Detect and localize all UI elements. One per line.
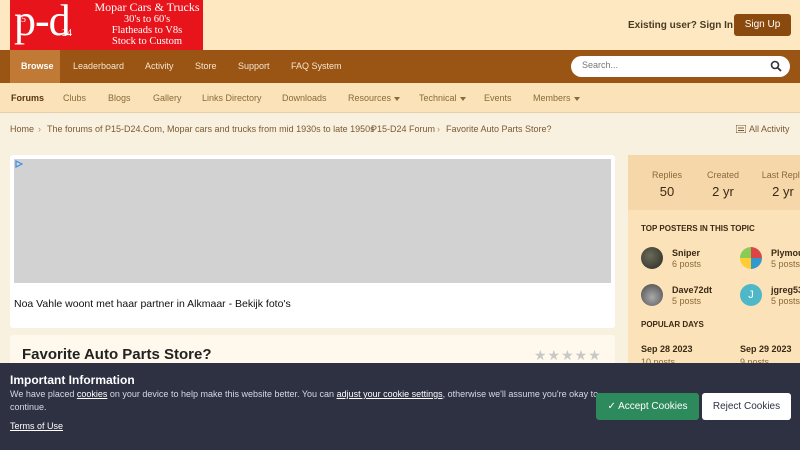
avatar[interactable]: J (740, 284, 762, 306)
top-posters-heading: TOP POSTERS IN THIS TOPIC (641, 224, 755, 233)
topic-title: Favorite Auto Parts Store? (22, 346, 212, 363)
subnav-resources[interactable]: Resources (348, 83, 401, 113)
breadcrumb-separator-icon: › (362, 124, 365, 134)
breadcrumb-current-topic: Favorite Auto Parts Store? (446, 124, 552, 134)
stat-replies: Replies 50 (637, 170, 697, 199)
search-input[interactable]: Search... (571, 56, 790, 77)
logo-line-1: Mopar Cars & Trucks (94, 0, 200, 14)
poster-name[interactable]: jgreg53 (771, 285, 800, 295)
poster-item[interactable]: Plymouth 5 posts (740, 245, 800, 271)
cookie-settings-link[interactable]: adjust your cookie settings (337, 389, 443, 399)
subnav-downloads[interactable]: Downloads (282, 83, 327, 113)
poster-item[interactable]: Dave72dt 5 posts (641, 282, 751, 308)
stat-last-reply-value: 2 yr (772, 184, 794, 199)
cookie-text-a: We have placed (10, 389, 77, 399)
breadcrumb: Home › The forums of P15-D24.Com, Mopar … (0, 122, 800, 138)
cookie-message: We have placed cookies on your device to… (10, 388, 600, 414)
avatar[interactable] (740, 247, 762, 269)
avatar[interactable] (641, 284, 663, 306)
sign-in-label: Existing user? Sign In (628, 20, 734, 31)
subnav-forums[interactable]: Forums (11, 83, 44, 113)
stat-replies-value: 50 (659, 184, 675, 199)
poster-item[interactable]: J jgreg53 5 posts (740, 282, 800, 308)
subnav-blogs[interactable]: Blogs (108, 83, 131, 113)
breadcrumb-separator-icon: › (38, 124, 41, 134)
poster-item[interactable]: Sniper 6 posts (641, 245, 751, 271)
popular-day-date: Sep 29 2023 (740, 344, 792, 354)
stat-last-reply-label: Last Reply (761, 170, 800, 180)
popular-day-date: Sep 28 2023 (641, 344, 693, 354)
topic-stats: Replies 50 Created 2 yr Last Reply 2 yr (628, 155, 800, 210)
ad-choices-icon[interactable] (15, 160, 23, 168)
chevron-down-icon (573, 96, 580, 101)
poster-count: 5 posts (771, 296, 800, 306)
stat-last-reply: Last Reply 2 yr (753, 170, 800, 199)
subnav-technical[interactable]: Technical (419, 83, 466, 113)
accept-cookies-label: Accept Cookies (618, 401, 688, 412)
advertisement[interactable]: Noa Vahle woont met haar partner in Alkm… (10, 155, 615, 328)
subnav-clubs[interactable]: Clubs (63, 83, 86, 113)
subnav-members-label: Members (533, 93, 571, 103)
nav-browse[interactable]: Browse (21, 50, 54, 83)
activity-stream-icon (735, 124, 747, 134)
chevron-down-icon (394, 96, 401, 101)
subnav-members[interactable]: Members (533, 83, 580, 113)
poster-name[interactable]: Dave72dt (672, 285, 712, 295)
cookie-title: Important Information (10, 373, 135, 387)
site-header: p-d 15 24 Mopar Cars & Trucks 30's to 60… (0, 0, 800, 50)
logo-line-4: Stock to Custom (111, 36, 182, 47)
nav-leaderboard[interactable]: Leaderboard (73, 50, 124, 83)
subnav-technical-label: Technical (419, 93, 457, 103)
logo-number-right: 24 (62, 28, 72, 39)
nav-support[interactable]: Support (238, 50, 270, 83)
subnav-resources-label: Resources (348, 93, 392, 103)
stat-created-value: 2 yr (712, 184, 734, 199)
search-icon[interactable] (770, 60, 782, 72)
ad-image-placeholder[interactable] (14, 159, 611, 283)
logo-line-2: 30's to 60's (123, 14, 171, 25)
secondary-nav: Forums Clubs Blogs Gallery Links Directo… (0, 83, 800, 113)
poster-name[interactable]: Sniper (672, 248, 700, 258)
cookie-text-b: on your device to help make this website… (107, 389, 337, 399)
logo-line-3: Flatheads to V8s (111, 25, 183, 36)
cookies-link[interactable]: cookies (77, 389, 108, 399)
logo-number-left: 15 (16, 14, 26, 25)
breadcrumb-home[interactable]: Home (10, 124, 34, 134)
check-icon: ✓ (607, 401, 616, 412)
search-placeholder: Search... (582, 60, 619, 70)
poster-count: 5 posts (672, 296, 702, 306)
nav-activity[interactable]: Activity (145, 50, 174, 83)
reject-cookies-button[interactable]: Reject Cookies (702, 393, 791, 420)
ad-caption[interactable]: Noa Vahle woont met haar partner in Alkm… (14, 298, 291, 310)
rating-stars-icon[interactable]: ★★★★★ (534, 347, 602, 364)
breadcrumb-forums-root[interactable]: The forums of P15-D24.Com, Mopar cars an… (47, 124, 375, 134)
avatar[interactable] (641, 247, 663, 269)
stat-replies-label: Replies (651, 170, 682, 180)
all-activity-link[interactable]: All Activity (735, 124, 790, 134)
nav-faq-system[interactable]: FAQ System (291, 50, 342, 83)
subnav-events[interactable]: Events (484, 83, 512, 113)
cookie-banner: Important Information We have placed coo… (0, 363, 800, 450)
poster-count: 5 posts (771, 259, 800, 269)
stat-created-label: Created (706, 170, 740, 180)
sign-up-button[interactable]: Sign Up (734, 14, 791, 36)
poster-count: 6 posts (672, 259, 702, 269)
accept-cookies-button[interactable]: ✓ Accept Cookies (596, 393, 699, 420)
breadcrumb-p15-d24-forum[interactable]: P15-D24 Forum (371, 124, 435, 134)
sign-in-link[interactable]: Existing user? Sign In (628, 20, 745, 31)
breadcrumb-separator-icon: › (437, 124, 440, 134)
poster-name[interactable]: Plymouth (771, 248, 800, 258)
stat-created: Created 2 yr (693, 170, 753, 199)
subnav-gallery[interactable]: Gallery (153, 83, 182, 113)
chevron-down-icon (459, 96, 466, 101)
popular-days-heading: POPULAR DAYS (641, 320, 704, 329)
nav-store[interactable]: Store (195, 50, 217, 83)
all-activity-label: All Activity (749, 124, 790, 134)
site-logo[interactable]: p-d 15 24 Mopar Cars & Trucks 30's to 60… (10, 0, 203, 50)
terms-of-use-link[interactable]: Terms of Use (10, 421, 63, 431)
subnav-links-directory[interactable]: Links Directory (202, 83, 262, 113)
logo-tagline: Mopar Cars & Trucks 30's to 60's Flathea… (92, 0, 202, 47)
